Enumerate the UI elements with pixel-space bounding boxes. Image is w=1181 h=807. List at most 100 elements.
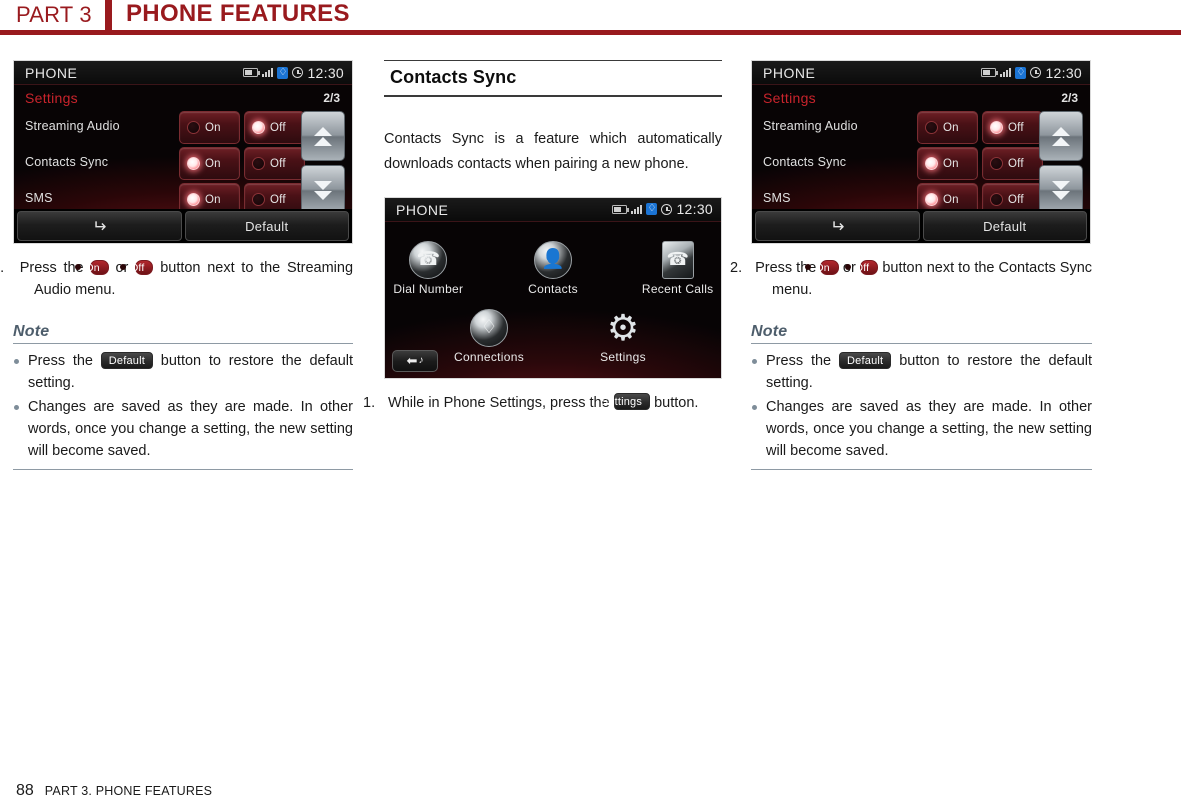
default-button[interactable]: Default xyxy=(184,211,349,241)
inline-default-button[interactable]: Default xyxy=(100,351,154,369)
toggle-on-contacts-sync[interactable]: On xyxy=(917,147,978,180)
menu-row-1: ☎ Dial Number 👤 Contacts ☎ Recent Calls xyxy=(385,240,721,296)
settings-row-list: Streaming Audio On Off Contacts Sync On … xyxy=(14,111,305,216)
back-music-button[interactable]: ⬅ ♪ xyxy=(392,349,438,372)
menu-item-contacts[interactable]: 👤 Contacts xyxy=(510,240,597,296)
radio-dot xyxy=(252,157,265,170)
radio-dot xyxy=(990,121,1003,134)
battery-icon xyxy=(243,68,261,77)
scroll-up-icon xyxy=(1052,126,1070,146)
toggle-label: On xyxy=(205,157,221,170)
phone-handset-icon: ☎ xyxy=(408,240,448,280)
toggle-label: Off xyxy=(270,121,286,134)
music-note-icon: ♪ xyxy=(418,354,424,366)
phone-menu-screenshot: PHONE ♢ 12:30 ☎ Dial Number 👤 Contacts ☎… xyxy=(384,196,722,379)
inline-on-button[interactable]: On xyxy=(805,259,839,275)
note-divider-bottom xyxy=(13,469,353,470)
status-icon-group: ♢ 12:30 xyxy=(981,64,1082,81)
toggle-off-contacts-sync[interactable]: Off xyxy=(244,147,305,180)
toggle-off-contacts-sync[interactable]: Off xyxy=(982,147,1043,180)
bluetooth-icon: ♢ xyxy=(277,66,289,79)
toggle-on-streaming-audio[interactable]: On xyxy=(917,111,978,144)
toggle-on-streaming-audio[interactable]: On xyxy=(179,111,240,144)
menu-item-label: Connections xyxy=(453,349,524,364)
scroll-up-button[interactable] xyxy=(1039,111,1083,161)
row-label: Contacts Sync xyxy=(25,155,109,169)
inline-off-button[interactable]: Off xyxy=(120,259,154,275)
row-label: Streaming Audio xyxy=(25,119,120,133)
step-1-middle: 1. While in Phone Settings, press the Se… xyxy=(363,393,699,411)
scroll-down-icon xyxy=(1052,180,1070,200)
menu-item-dial-number[interactable]: ☎ Dial Number xyxy=(385,240,472,296)
page-indicator: 2/3 xyxy=(1061,91,1078,105)
scroll-down-icon xyxy=(314,180,332,200)
menu-item-connections[interactable]: ♢ Connections xyxy=(441,308,537,364)
contact-person-icon: 👤 xyxy=(533,240,573,280)
screen-time: 12:30 xyxy=(676,201,713,218)
screen-time: 12:30 xyxy=(307,64,344,81)
bluetooth-connections-icon: ♢ xyxy=(469,308,509,348)
back-arrow-icon: ↵ xyxy=(829,216,845,236)
settings-row: Streaming Audio On Off xyxy=(752,111,1043,145)
screen-time: 12:30 xyxy=(1045,64,1082,81)
row-label: SMS xyxy=(763,191,791,205)
inline-off-button[interactable]: Off xyxy=(844,259,879,275)
scroll-up-icon xyxy=(314,126,332,146)
note-item: Changes are saved as they are made. In o… xyxy=(751,396,1092,462)
screen-title: PHONE xyxy=(763,65,816,81)
step-2-left: 2. Press the On or Off button next to th… xyxy=(0,259,354,298)
radio-dot xyxy=(252,121,265,134)
signal-icon xyxy=(1000,68,1012,77)
radio-dot xyxy=(925,121,938,134)
call-log-document-icon: ☎ xyxy=(658,240,698,280)
step-2-right: 2. Press the On or Off button next to th… xyxy=(730,259,1093,298)
default-button[interactable]: Default xyxy=(922,211,1087,241)
scroll-down-button[interactable] xyxy=(301,165,345,215)
section-rule-bottom xyxy=(384,95,722,97)
row-label: SMS xyxy=(25,191,53,205)
scroll-down-button[interactable] xyxy=(1039,165,1083,215)
back-button[interactable]: ↵ xyxy=(17,211,182,241)
toggle-label: On xyxy=(943,193,959,206)
menu-item-recent-calls[interactable]: ☎ Recent Calls xyxy=(634,240,721,296)
inline-on-button[interactable]: On xyxy=(75,259,109,275)
row-label: Contacts Sync xyxy=(763,155,847,169)
back-button[interactable]: ↵ xyxy=(755,211,920,241)
toggle-on-contacts-sync[interactable]: On xyxy=(179,147,240,180)
inline-on-label: On xyxy=(815,261,830,274)
bluetooth-icon: ♢ xyxy=(646,203,658,216)
step-text-1: While in Phone Settings, press the xyxy=(388,394,610,411)
menu-item-label: Contacts xyxy=(528,281,578,296)
radio-dot xyxy=(187,157,200,170)
screen-status-bar: PHONE ♢ 12:30 xyxy=(14,61,352,85)
signal-icon xyxy=(631,204,643,214)
back-arrow-icon: ↵ xyxy=(91,216,107,236)
menu-item-settings[interactable]: ⚙ Settings xyxy=(575,308,671,364)
inline-off-label: Off xyxy=(130,261,145,274)
clock-icon xyxy=(661,203,673,215)
scroll-up-button[interactable] xyxy=(301,111,345,161)
page-footer: 88 PART 3. PHONE FEATURES xyxy=(16,782,212,800)
bluetooth-icon: ♢ xyxy=(1015,66,1027,79)
radio-dot xyxy=(990,157,1003,170)
status-icon-group: ♢ 12:30 xyxy=(243,64,344,81)
radio-dot xyxy=(252,193,265,206)
toggle-off-streaming-audio[interactable]: Off xyxy=(244,111,305,144)
footer-page-number: 88 xyxy=(16,782,34,799)
inline-default-button[interactable]: Default xyxy=(839,351,892,369)
note-text-1: Changes are saved as they are made. In o… xyxy=(28,399,353,459)
note-divider-top xyxy=(751,343,1092,344)
toggle-off-streaming-audio[interactable]: Off xyxy=(982,111,1043,144)
menu-grid: ☎ Dial Number 👤 Contacts ☎ Recent Calls … xyxy=(385,240,721,364)
menu-item-label: Dial Number xyxy=(393,281,464,296)
battery-icon xyxy=(981,68,999,77)
status-icon-group: ♢ 12:30 xyxy=(612,201,713,218)
clock-icon xyxy=(1030,67,1042,78)
inline-settings-button[interactable]: Settings xyxy=(601,393,651,411)
header-separator-bar xyxy=(105,0,112,30)
note-item: Changes are saved as they are made. In o… xyxy=(13,396,353,462)
page-header: PART 3 PHONE FEATURES xyxy=(0,0,1181,35)
battery-icon xyxy=(612,204,630,214)
note-divider-bottom xyxy=(751,469,1092,470)
step-text-1: Press the xyxy=(19,260,84,276)
